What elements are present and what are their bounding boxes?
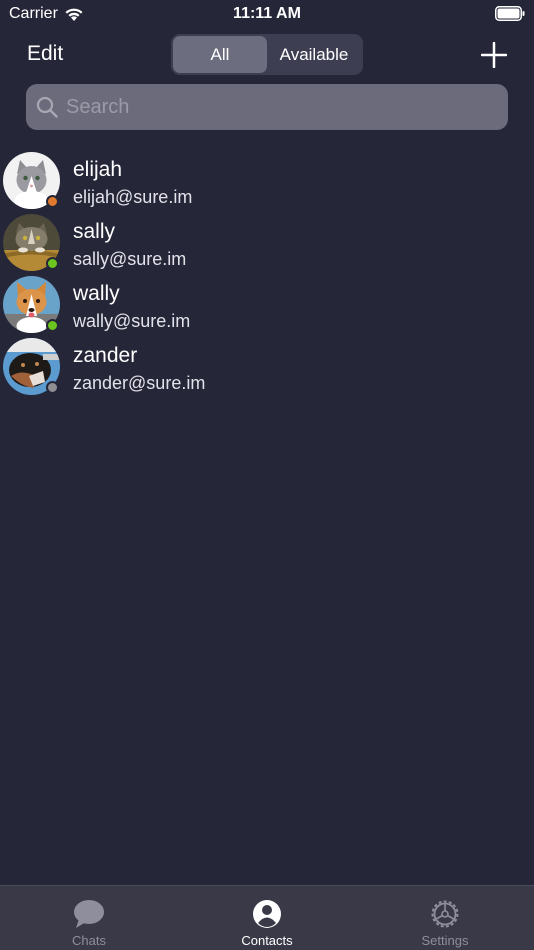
tab-bar: Chats Contacts Settings [0,885,534,950]
contact-row-zander[interactable]: zander zander@sure.im [0,336,534,398]
contact-name: sally [73,220,116,243]
contacts-screen: Carrier 11:11 AM Edit All Available Sear… [0,0,534,950]
tab-label: Settings [421,933,469,948]
contact-row-wally[interactable]: wally wally@sure.im [0,274,534,336]
status-bar: Carrier 11:11 AM [0,0,534,28]
search-input[interactable] [58,84,508,130]
tab-contacts[interactable]: Contacts [178,886,356,950]
contact-name: zander [73,344,138,367]
contact-name: wally [73,282,120,305]
tab-chats[interactable]: Chats [0,886,178,950]
segment-available[interactable]: Available [267,36,361,73]
segment-all[interactable]: All [173,36,267,73]
contact-email: wally@sure.im [73,311,191,331]
status-offline-dot [46,381,59,394]
tab-label: Contacts [241,933,293,948]
search-icon [36,96,58,118]
tab-settings[interactable]: Settings [356,886,534,950]
contact-row-sally[interactable]: sally sally@sure.im [0,212,534,274]
contact-list: elijah elijah@sure.im sally sally@sure.i… [0,150,534,398]
contact-row-elijah[interactable]: elijah elijah@sure.im [0,150,534,212]
contact-filter-segmented-control: All Available [171,34,363,75]
status-available-dot [46,257,59,270]
contact-email: elijah@sure.im [73,187,193,207]
chat-bubble-icon [74,900,104,928]
search-bar [26,84,508,130]
contact-name: elijah [73,158,123,181]
plus-icon[interactable] [481,42,507,68]
gear-icon [431,900,459,928]
battery-icon [495,6,525,21]
contact-email: sally@sure.im [73,249,187,269]
status-time: 11:11 AM [233,5,301,22]
status-available-dot [46,319,59,332]
edit-button[interactable]: Edit [27,42,63,66]
status-away-dot [46,195,59,208]
person-circle-icon [253,900,281,928]
contact-email: zander@sure.im [73,373,206,393]
tab-label: Chats [72,933,106,948]
